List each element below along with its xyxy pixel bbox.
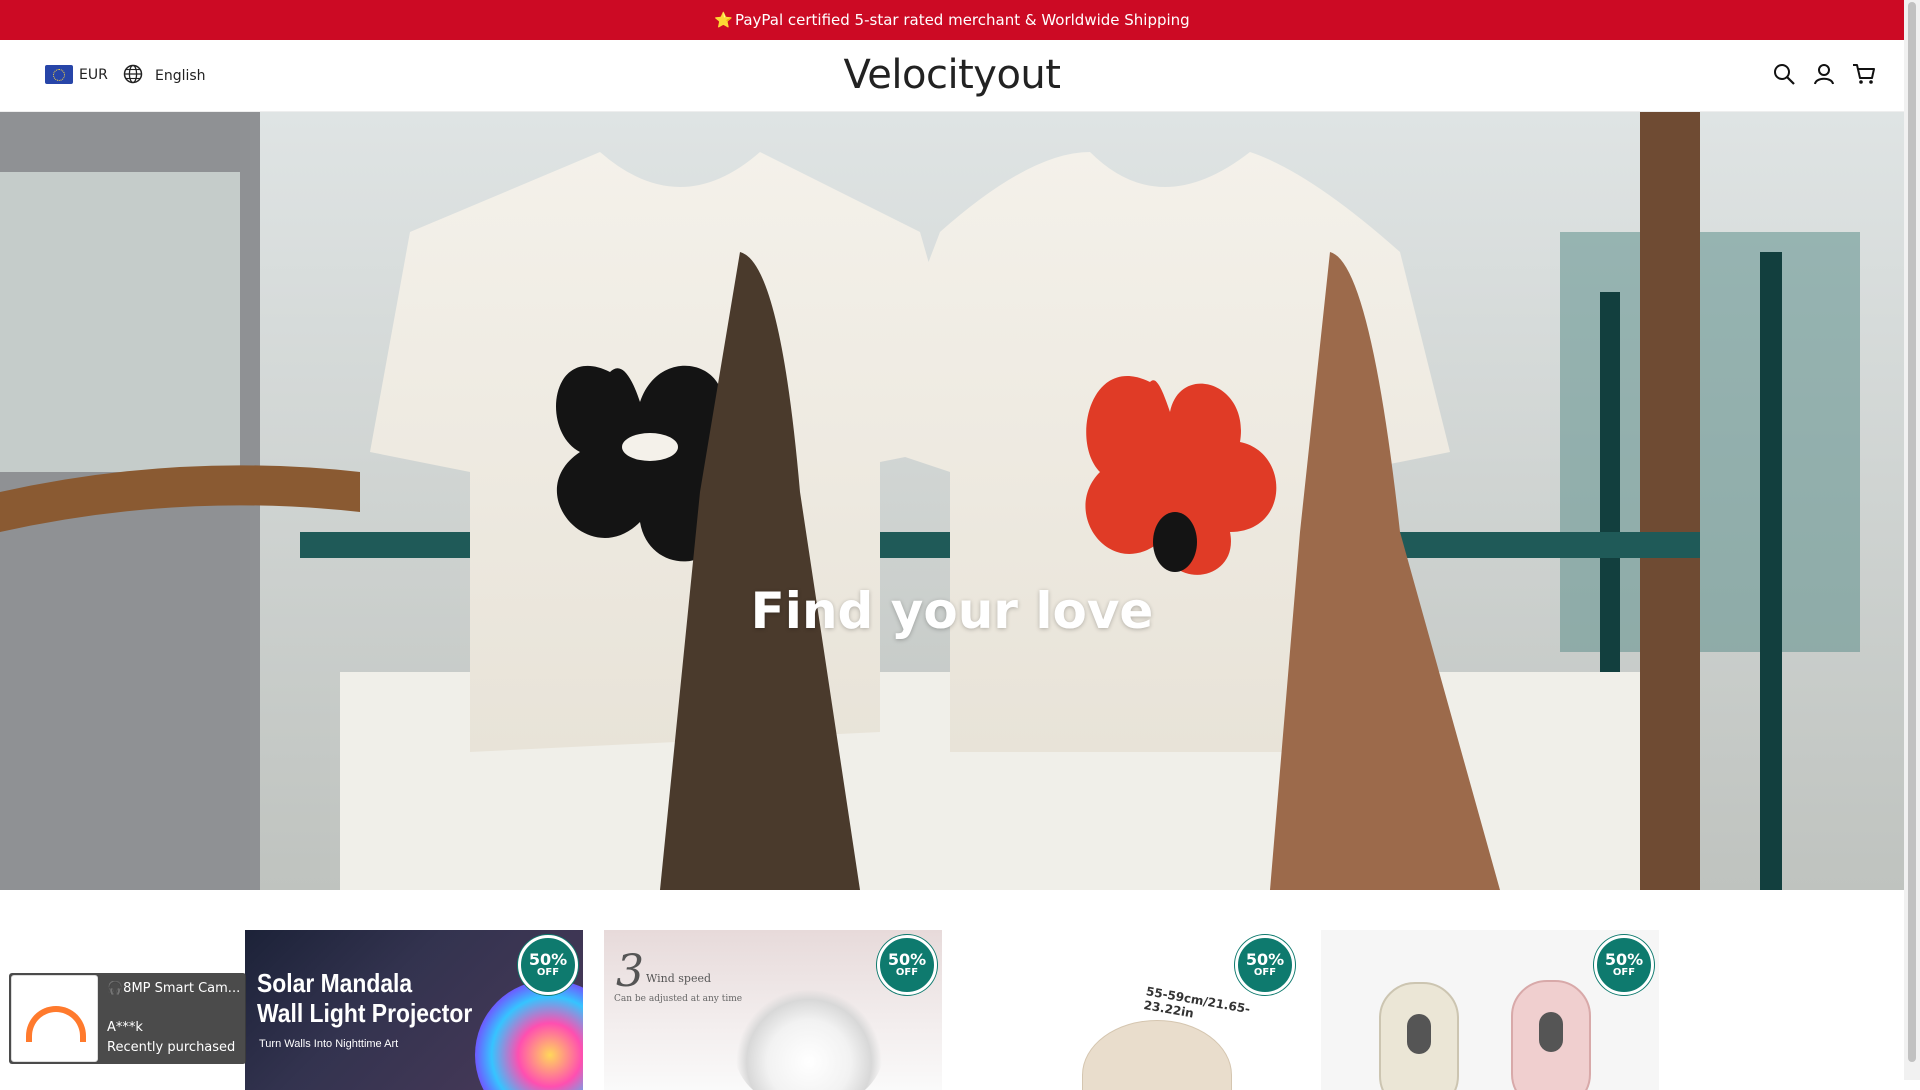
product-card-solar-mandala[interactable]: Solar Mandala Wall Light Projector Turn … bbox=[245, 930, 583, 1090]
cart-icon[interactable] bbox=[1852, 62, 1876, 86]
device-image-beige bbox=[1379, 982, 1459, 1090]
product-card-cap[interactable]: 55-59cm/21.65-23.22in 50% OFF bbox=[962, 930, 1300, 1090]
device-image-pink bbox=[1511, 980, 1591, 1090]
product-title-line2: Wall Light Projector bbox=[257, 998, 473, 1028]
recent-purchase-popup[interactable]: 🎧8MP Smart Cam... A***k Recently purchas… bbox=[9, 973, 246, 1064]
product-title-line1: Solar Mandala bbox=[257, 968, 413, 998]
product-grid: Solar Mandala Wall Light Projector Turn … bbox=[0, 890, 1904, 1090]
search-icon[interactable] bbox=[1772, 62, 1796, 86]
product-card-device[interactable]: 50% OFF bbox=[1321, 930, 1659, 1090]
mandala-image bbox=[475, 980, 583, 1090]
discount-badge: 50% OFF bbox=[1235, 935, 1295, 995]
hero-banner[interactable]: Find your love bbox=[0, 112, 1904, 890]
account-icon[interactable] bbox=[1812, 62, 1836, 86]
discount-badge: 50% OFF bbox=[877, 935, 937, 995]
toast-status: Recently purchased bbox=[107, 1040, 236, 1055]
product-card-ceiling-fan[interactable]: 3 Wind speed Can be adjusted at any time… bbox=[604, 930, 942, 1090]
headphone-thumbnail bbox=[11, 975, 98, 1062]
star-icon: ⭐ bbox=[714, 11, 733, 29]
scrollbar-thumb[interactable] bbox=[1908, 2, 1916, 1062]
product-tagline: Turn Walls Into Nighttime Art bbox=[259, 1038, 399, 1050]
announcement-bar: ⭐ PayPal certified 5-star rated merchant… bbox=[0, 0, 1904, 40]
announcement-text: PayPal certified 5-star rated merchant &… bbox=[734, 11, 1190, 29]
site-logo[interactable]: Velocityout bbox=[0, 52, 1904, 98]
page-scrollbar[interactable] bbox=[1904, 0, 1920, 1080]
hero-image bbox=[0, 112, 1904, 890]
site-header: EUR English Velocityout bbox=[0, 40, 1904, 112]
discount-badge: 50% OFF bbox=[518, 935, 578, 995]
toast-buyer: A***k bbox=[107, 1020, 143, 1035]
adjust-label: Can be adjusted at any time bbox=[614, 994, 743, 1004]
wind-speed-number: 3 bbox=[616, 946, 644, 997]
toast-product-name: 🎧8MP Smart Cam... bbox=[107, 981, 241, 996]
wind-speed-label: Wind speed bbox=[646, 972, 712, 985]
hero-title: Find your love bbox=[750, 582, 1154, 640]
fan-image bbox=[734, 990, 884, 1090]
discount-badge: 50% OFF bbox=[1594, 935, 1654, 995]
